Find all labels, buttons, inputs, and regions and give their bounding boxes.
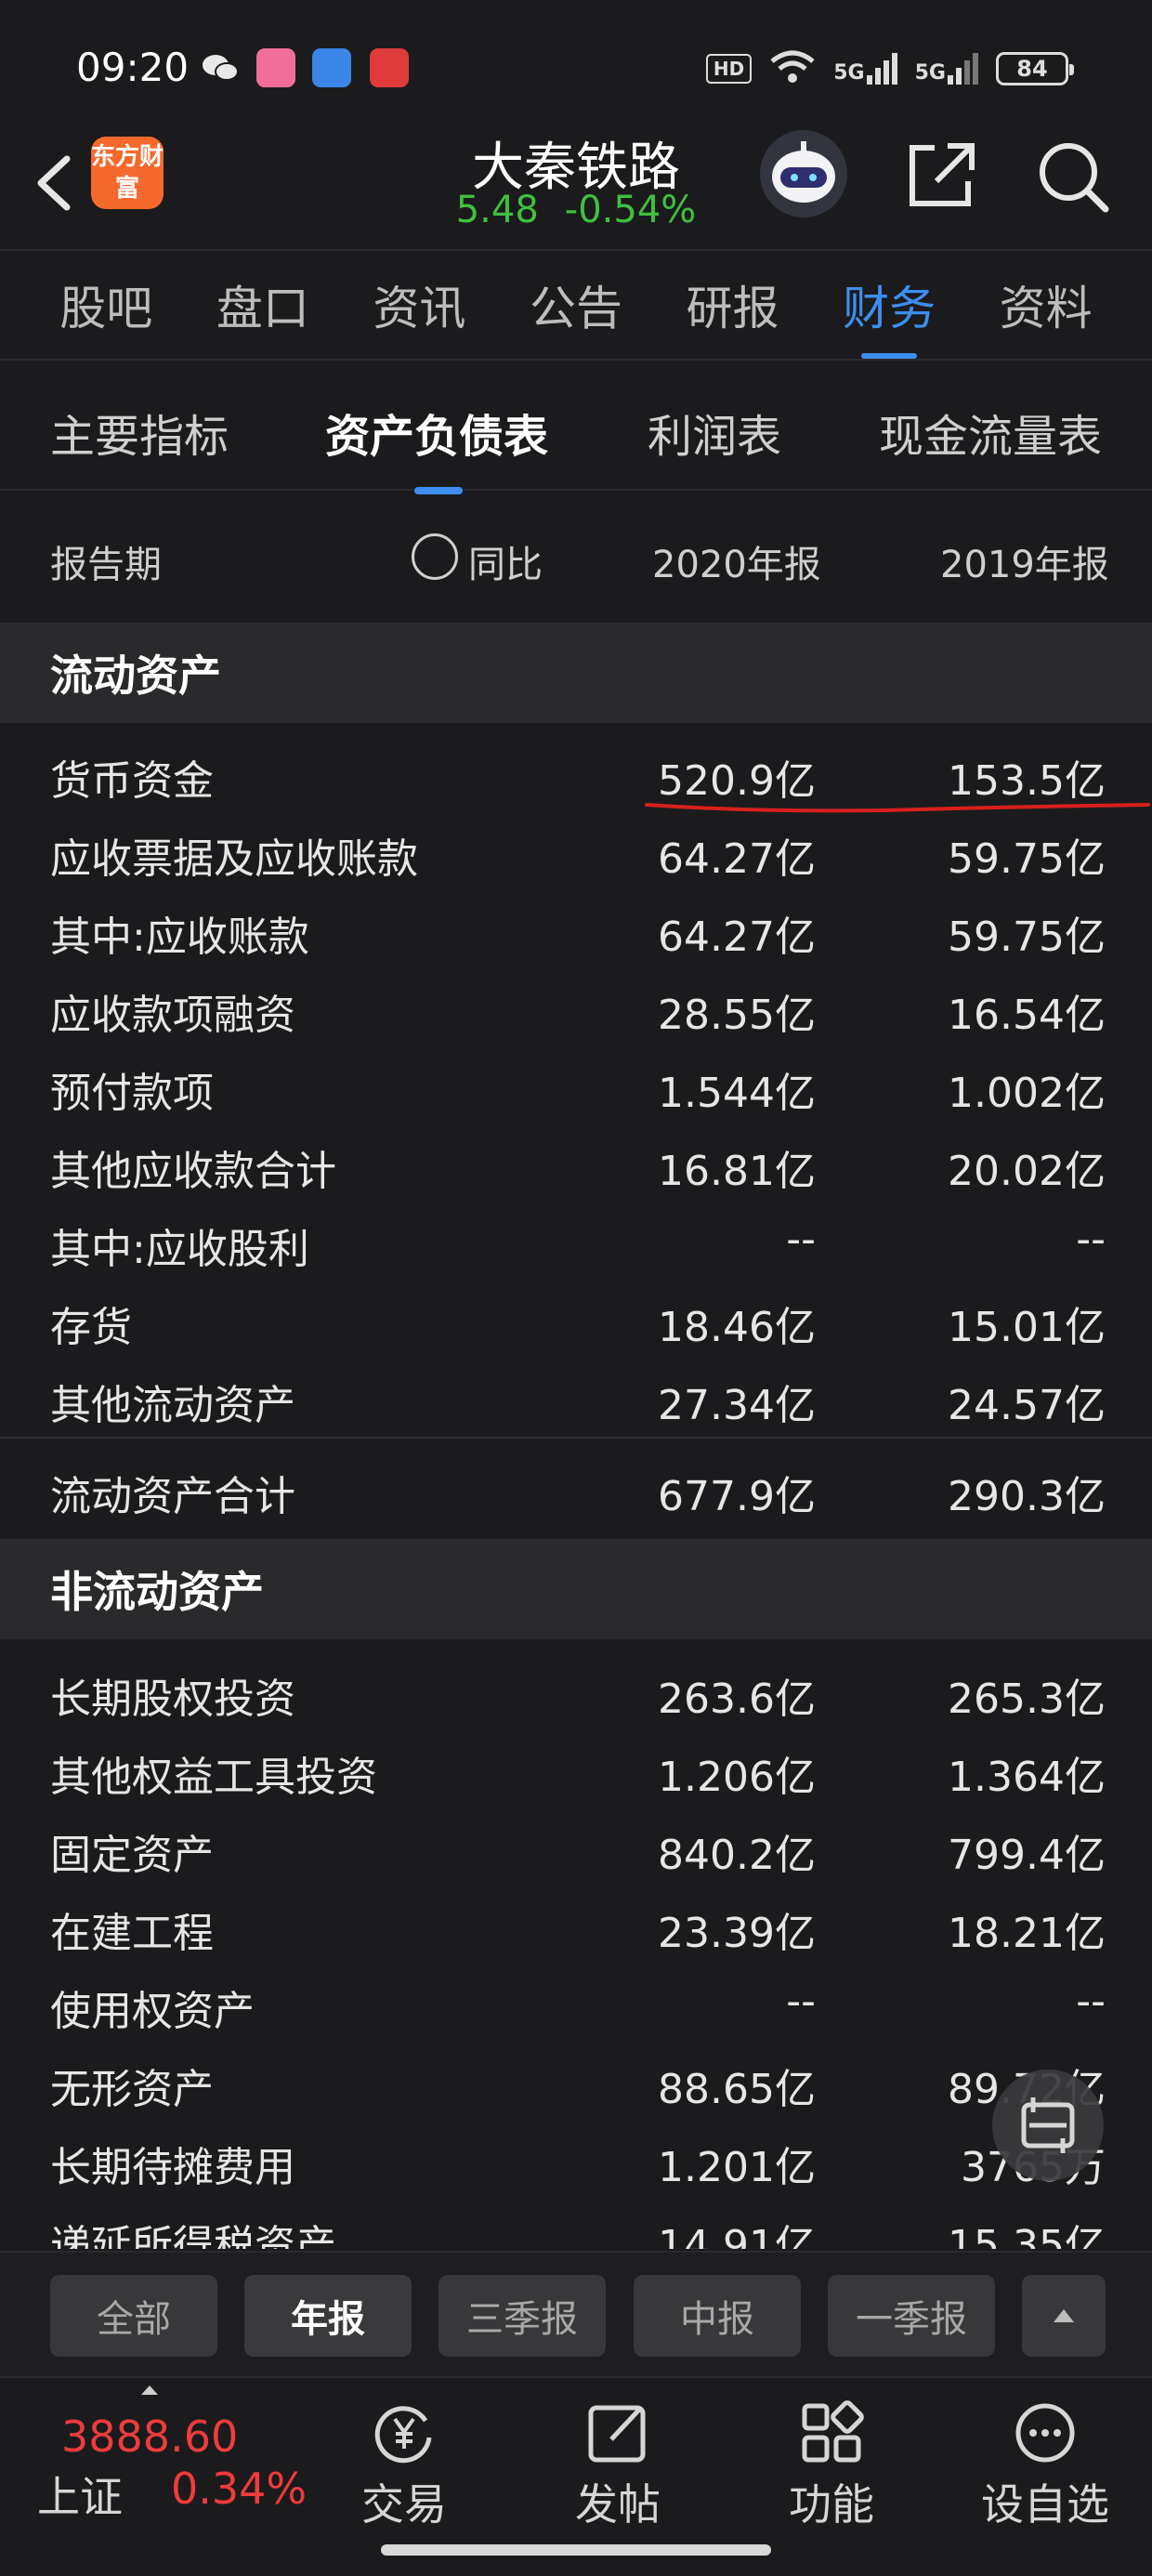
balance-sheet-table: 流动资产 货币资金 520.9亿 153.5亿 应收票据及应收账款 64.27亿… [0,623,1152,2249]
tab-guba[interactable]: 股吧 [59,271,152,338]
yuan-coin-icon [374,2406,432,2464]
filter-q1[interactable]: 一季报 [828,2275,995,2357]
subtab-key-indicators[interactable]: 主要指标 [50,400,229,465]
table-row[interactable]: 递延所得税资产 14.91亿 15.35亿 [0,2199,1152,2249]
index-change: 0.34% [171,2464,308,2514]
yoy-label[interactable]: 同比 [468,534,543,588]
column-header: 报告期 同比 2020年报 2019年报 [0,493,1152,623]
report-filter-bar: 全部 年报 三季报 中报 一季报 [0,2251,1152,2376]
subtab-income-statement[interactable]: 利润表 [648,400,781,465]
stock-change: -0.54% [564,189,697,231]
status-indicators: HD 5G 5G 84 [705,48,1074,89]
period-label: 报告期 [50,544,162,586]
tab-announcements[interactable]: 公告 [530,271,622,338]
table-row[interactable]: 在建工程 23.39亿 18.21亿 [0,1886,1152,1965]
signal-icon-2: 5G [915,53,979,85]
table-row[interactable]: 长期待摊费用 1.201亿 3765万 [0,2121,1152,2199]
section-current-assets: 流动资产 [0,623,1152,723]
index-value: 3888.60 [61,2412,239,2462]
table-row[interactable]: 货币资金 520.9亿 153.5亿 [0,734,1152,812]
index-caret-icon [141,2385,158,2395]
bank-app-icon [370,48,409,87]
share-icon[interactable] [903,135,981,213]
column-2020: 2020年报 [652,544,821,586]
table-row[interactable]: 固定资产 840.2亿 799.4亿 [0,1808,1152,1886]
sub-tabs: 主要指标 资产负债表 利润表 现金流量表 [0,362,1152,494]
home-indicator[interactable] [381,2544,771,2556]
yoy-radio[interactable] [412,533,458,580]
bilibili-icon [256,48,295,87]
tab-pankou[interactable]: 盘口 [216,271,309,338]
tab-research[interactable]: 研报 [687,271,779,338]
grid-icon [802,2400,864,2463]
robot-assistant-icon[interactable] [760,130,847,217]
tab-finance[interactable]: 财务 [843,271,936,359]
table-row[interactable]: 长期股权投资 263.6亿 265.3亿 [0,1652,1152,1730]
status-time: 09:20 [76,45,190,90]
bottom-nav: 3888.60 上证 0.34% 交易 发帖 功能 设自选 [0,2376,1152,2530]
shield-app-icon [312,48,351,87]
status-bar: 09:20 HD 5G 5G 84 [0,0,1152,125]
more-dots-icon [1015,2403,1075,2463]
nav-functions[interactable]: 功能 [762,2389,901,2530]
hd-icon: HD [705,54,753,84]
search-icon[interactable] [1033,137,1111,215]
top-tabs: 股吧 盘口 资讯 公告 研报 财务 资料 [0,249,1152,361]
table-row[interactable]: 应收票据及应收账款 64.27亿 59.75亿 [0,812,1152,890]
scroll-top-button[interactable] [1022,2275,1106,2357]
subtab-cash-flow[interactable]: 现金流量表 [879,400,1102,465]
filter-annual[interactable]: 年报 [244,2275,412,2357]
edit-icon [588,2405,646,2463]
wechat-icon [201,48,240,87]
filter-q3[interactable]: 三季报 [439,2275,606,2357]
table-row[interactable]: 应收款项融资 28.55亿 16.54亿 [0,968,1152,1046]
stock-price: 5.48 [455,189,539,231]
table-row[interactable]: 其中:应收账款 64.27亿 59.75亿 [0,890,1152,968]
table-row[interactable]: 其他应收款合计 16.81亿 20.02亿 [0,1124,1152,1203]
filter-all[interactable]: 全部 [50,2275,217,2357]
nav-post[interactable]: 发帖 [548,2389,687,2530]
table-row[interactable]: 其他流动资产 27.34亿 24.57亿 [0,1359,1152,1437]
battery-icon: 84 [996,52,1074,85]
index-name: 上证 [37,2472,123,2522]
caret-up-icon [1054,2309,1074,2322]
table-row[interactable]: 无形资产 88.65亿 89.72亿 [0,2043,1152,2121]
column-2019: 2019年报 [940,544,1109,586]
table-row-total[interactable]: 流动资产合计 677.9亿 290.3亿 [0,1437,1152,1539]
wifi-icon [768,48,817,89]
section-non-current-assets: 非流动资产 [0,1539,1152,1639]
tab-profile[interactable]: 资料 [1000,271,1093,338]
table-row[interactable]: 其中:应收股利 -- -- [0,1203,1152,1281]
nav-watchlist[interactable]: 设自选 [975,2389,1115,2530]
filter-interim[interactable]: 中报 [634,2275,801,2357]
table-row[interactable]: 其他权益工具投资 1.206亿 1.364亿 [0,1730,1152,1808]
nav-trade[interactable]: 交易 [334,2389,474,2530]
signal-icon-1: 5G [833,53,897,85]
subtab-balance-sheet[interactable]: 资产负债表 [325,400,548,494]
floating-switch-button[interactable] [992,2070,1104,2181]
table-row[interactable]: 使用权资产 -- -- [0,1965,1152,2043]
stock-header: 东方财富 大秦铁路 5.48 -0.54% [0,125,1152,246]
table-row[interactable]: 预付款项 1.544亿 1.002亿 [0,1046,1152,1124]
table-row[interactable]: 存货 18.46亿 15.01亿 [0,1281,1152,1359]
tab-news[interactable]: 资讯 [373,271,465,338]
